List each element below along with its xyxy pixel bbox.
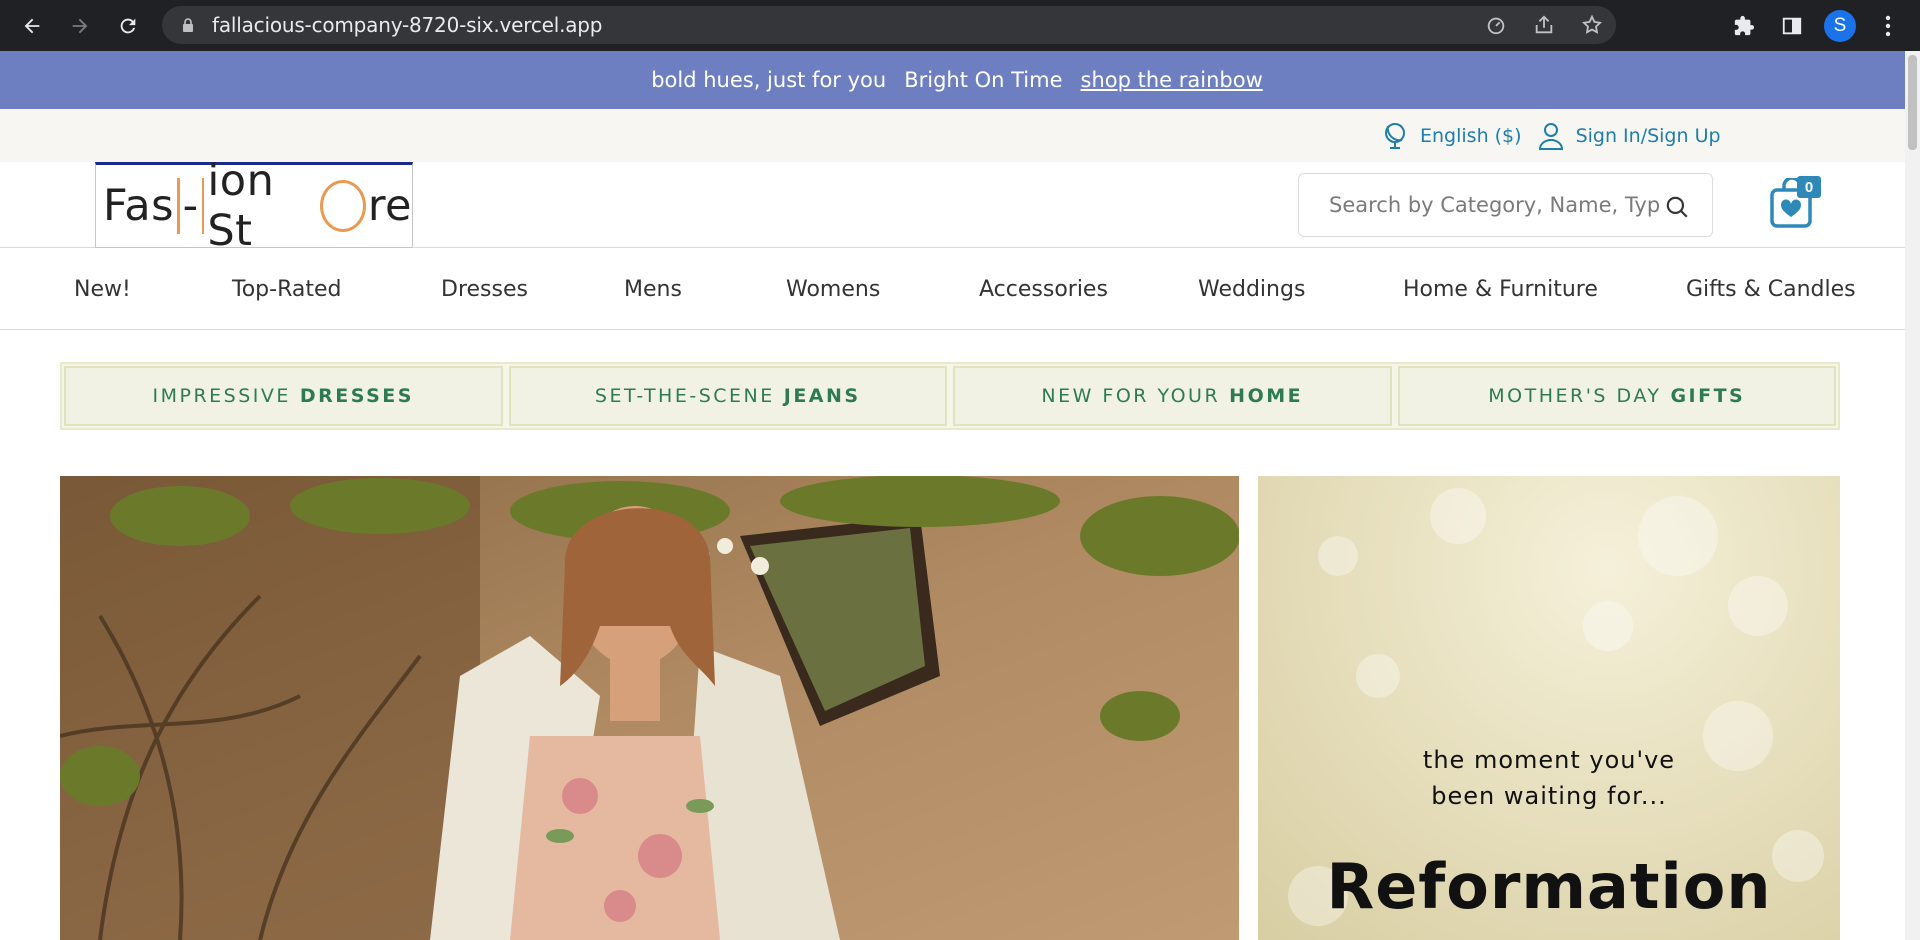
- nav-item-mens[interactable]: Mens: [624, 249, 682, 330]
- performance-icon[interactable]: [1472, 14, 1520, 36]
- tile-dresses[interactable]: IMPRESSIVE DRESSES: [64, 366, 503, 426]
- menu-dots-icon[interactable]: [1864, 15, 1912, 37]
- tile-bold-text: GIFTS: [1670, 385, 1746, 407]
- hero-image: [60, 476, 1239, 940]
- forward-icon[interactable]: [66, 12, 94, 40]
- back-icon[interactable]: [18, 12, 46, 40]
- nav-item-dresses[interactable]: Dresses: [441, 249, 528, 330]
- tile-light-text: IMPRESSIVE: [152, 385, 291, 407]
- nav-item-new[interactable]: New!: [74, 249, 131, 330]
- promo-banner: bold hues, just for you Bright On Time s…: [0, 51, 1905, 109]
- tile-bold-text: DRESSES: [299, 385, 414, 407]
- search-input[interactable]: [1329, 193, 1659, 217]
- scrollbar-thumb[interactable]: [1908, 55, 1917, 150]
- extensions-icon[interactable]: [1720, 15, 1768, 37]
- tile-light-text: SET-THE-SCENE: [594, 385, 775, 407]
- side-promo-banner[interactable]: the moment you've been waiting for... Re…: [1258, 476, 1840, 940]
- nav-item-weddings[interactable]: Weddings: [1198, 249, 1305, 330]
- logo-bar: [201, 178, 205, 234]
- browser-toolbar: fallacious-company-8720-six.vercel.app S: [0, 0, 1920, 51]
- tile-bold-text: JEANS: [783, 385, 861, 407]
- page-scrollbar[interactable]: [1905, 51, 1920, 940]
- share-icon[interactable]: [1520, 14, 1568, 36]
- language-selector[interactable]: English ($): [1382, 121, 1522, 151]
- user-icon: [1538, 122, 1563, 150]
- category-nav: New! Top-Rated Dresses Mens Womens Acces…: [0, 249, 1905, 330]
- cart-count-badge: 0: [1797, 176, 1821, 198]
- address-bar[interactable]: fallacious-company-8720-six.vercel.app: [162, 6, 1616, 44]
- profile-avatar[interactable]: S: [1816, 9, 1864, 42]
- signin-label: Sign In/Sign Up: [1575, 124, 1721, 147]
- logo-text-1: Fas: [103, 181, 175, 231]
- lock-icon: [183, 18, 193, 32]
- nav-item-top-rated[interactable]: Top-Rated: [232, 249, 341, 330]
- logo-text-3: ion St: [207, 156, 275, 256]
- tile-light-text: MOTHER'S DAY: [1488, 385, 1662, 407]
- logo-circle: [319, 180, 366, 232]
- logo-bar: [177, 178, 180, 234]
- search-icon[interactable]: [1664, 194, 1690, 220]
- language-label: English ($): [1420, 124, 1522, 147]
- profile-initial: S: [1824, 9, 1856, 42]
- search-box: [1298, 173, 1713, 237]
- reload-icon[interactable]: [114, 12, 142, 40]
- nav-item-womens[interactable]: Womens: [786, 249, 880, 330]
- utility-bar: English ($) Sign In/Sign Up: [0, 109, 1905, 162]
- side-brand-name: Reformation: [1326, 850, 1772, 923]
- signin-link[interactable]: Sign In/Sign Up: [1538, 121, 1721, 151]
- site-header: Fas-ion St re 0: [0, 156, 1905, 256]
- side-tagline-1: the moment you've: [1422, 746, 1676, 774]
- globe-icon: [1385, 122, 1405, 149]
- nav-item-accessories[interactable]: Accessories: [979, 249, 1108, 330]
- feature-tiles: IMPRESSIVE DRESSES SET-THE-SCENE JEANS NEW…: [60, 362, 1840, 430]
- tile-bold-text: HOME: [1229, 385, 1304, 407]
- tile-gifts[interactable]: MOTHER'S DAY GIFTS: [1397, 366, 1836, 426]
- logo-text-4: re: [367, 181, 413, 231]
- side-panel-icon[interactable]: [1768, 15, 1816, 37]
- promo-text-2: Bright On Time: [904, 68, 1063, 92]
- nav-item-home-furniture[interactable]: Home & Furniture: [1403, 249, 1598, 330]
- logo-text-2: -: [182, 181, 199, 231]
- side-tagline-2: been waiting for...: [1431, 782, 1667, 810]
- bookmark-star-icon[interactable]: [1568, 14, 1616, 36]
- shop-rainbow-link[interactable]: shop the rainbow: [1081, 68, 1263, 92]
- promo-text-1: bold hues, just for you: [651, 68, 887, 92]
- url-text: fallacious-company-8720-six.vercel.app: [212, 13, 603, 37]
- tile-home[interactable]: NEW FOR YOUR HOME: [953, 366, 1392, 426]
- hero-banner[interactable]: [60, 476, 1239, 940]
- tile-light-text: NEW FOR YOUR: [1041, 385, 1221, 407]
- site-logo[interactable]: Fas - ion St re: [95, 156, 413, 256]
- tile-jeans[interactable]: SET-THE-SCENE JEANS: [508, 366, 947, 426]
- nav-item-gifts-candles[interactable]: Gifts & Candles: [1686, 249, 1856, 330]
